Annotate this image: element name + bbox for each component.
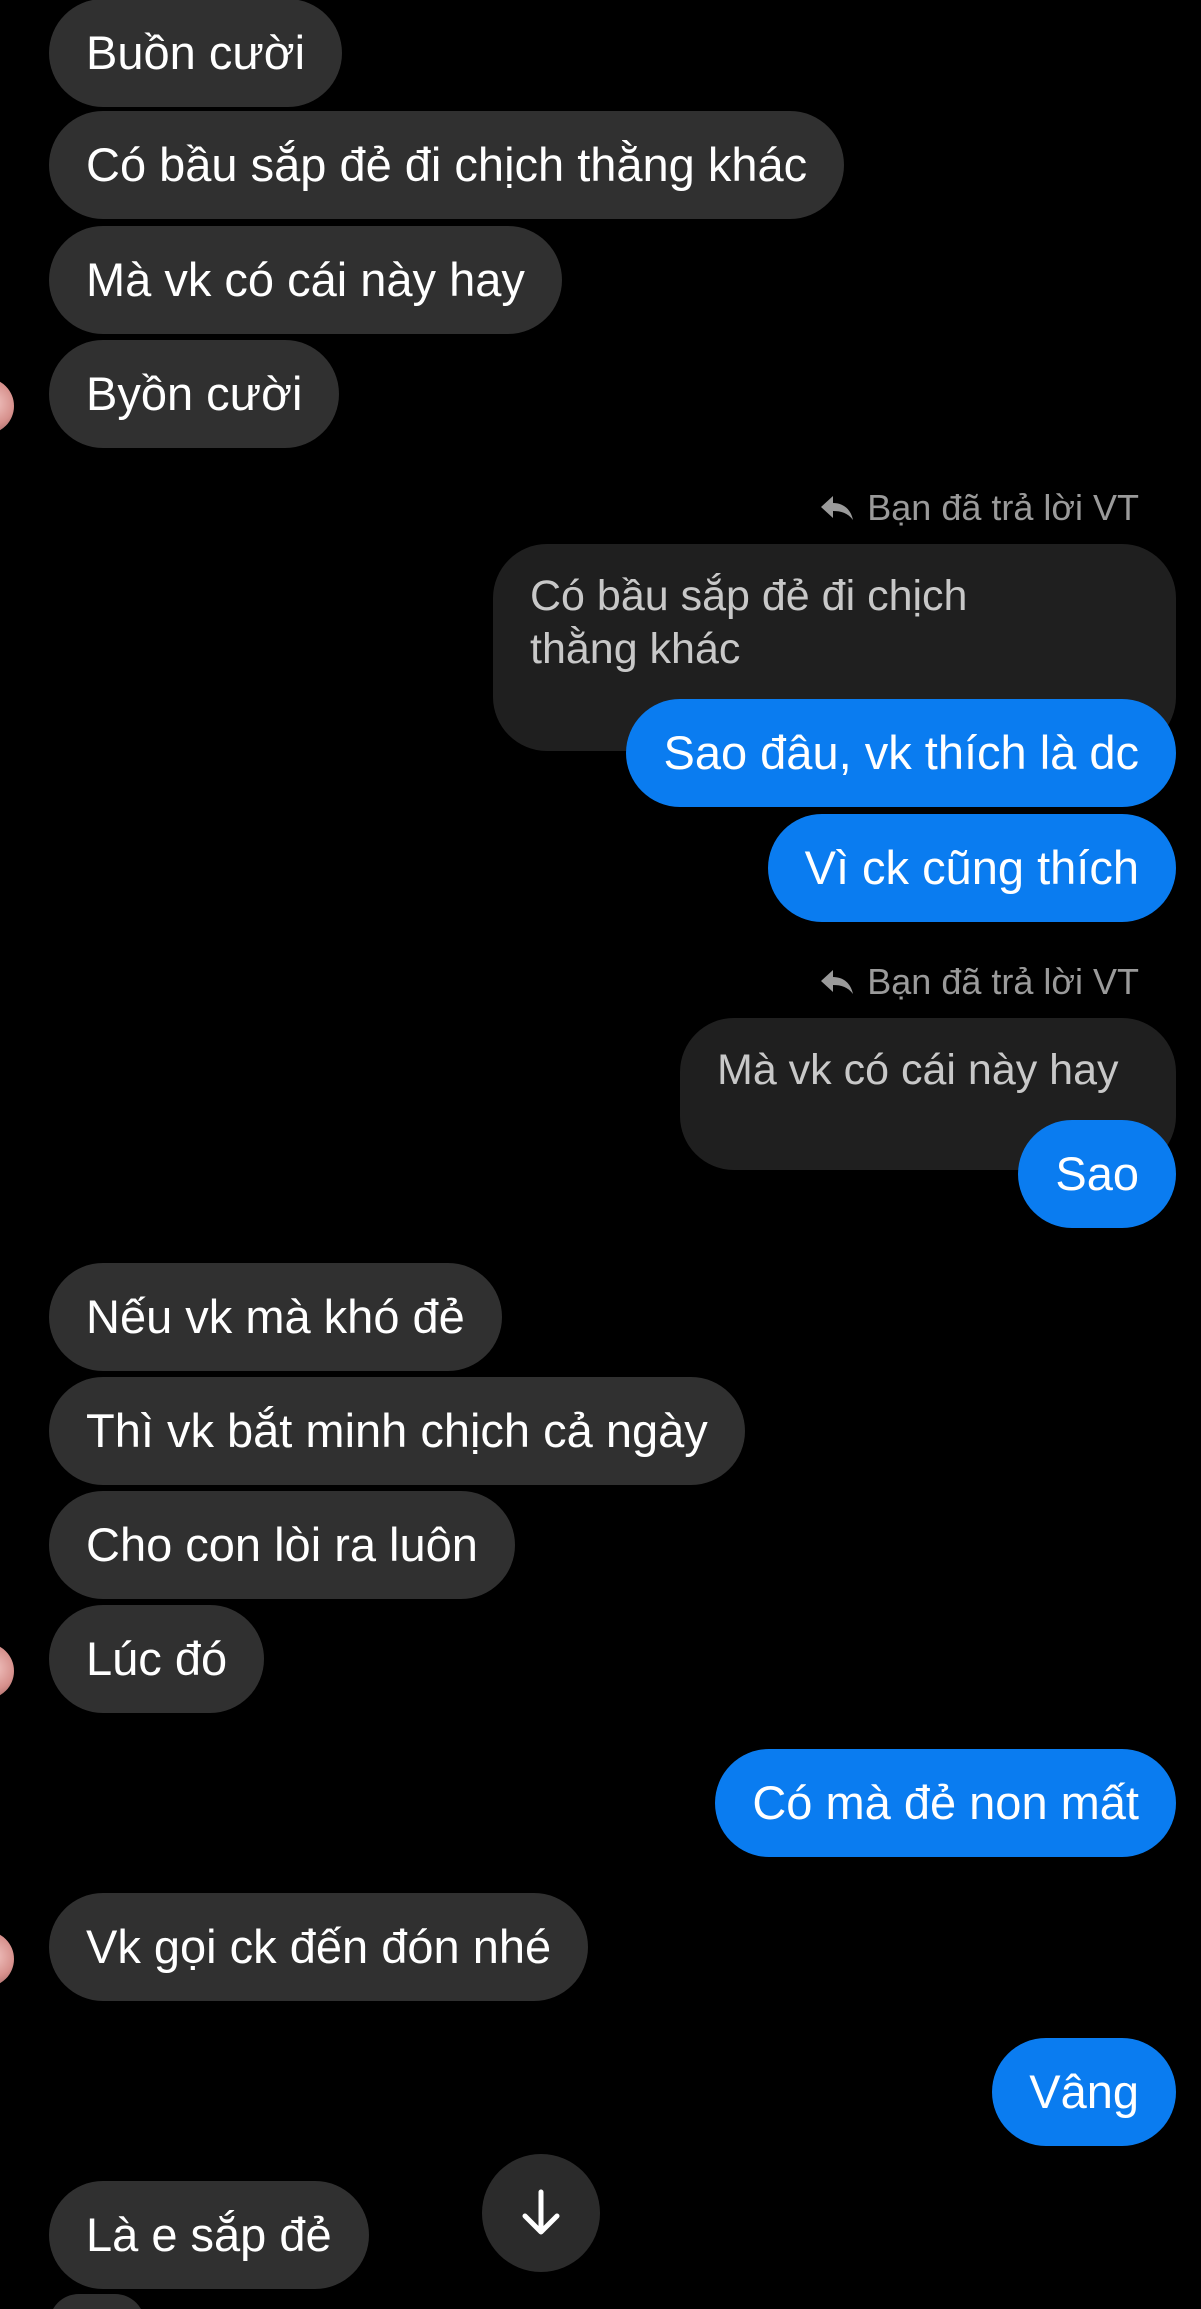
reply-arrow-icon (821, 496, 854, 520)
incoming-message[interactable]: Thì vk bắt minh chịch cả ngày (49, 1377, 745, 1485)
reply-label: Bạn đã trả lời VT (819, 487, 1139, 528)
incoming-message-partial[interactable] (49, 2294, 145, 2309)
outgoing-message[interactable]: Sao (1018, 1120, 1176, 1228)
incoming-message[interactable]: Cho con lòi ra luôn (49, 1491, 515, 1599)
outgoing-message[interactable]: Có mà đẻ non mất (715, 1749, 1176, 1857)
incoming-message[interactable]: Là e sắp đẻ (49, 2181, 369, 2289)
incoming-message[interactable]: Vk gọi ck đến đón nhé (49, 1893, 589, 2001)
scroll-to-bottom-button[interactable] (482, 2154, 600, 2272)
incoming-message[interactable]: Mà vk có cái này hay (49, 226, 562, 334)
contact-avatar[interactable] (0, 1931, 14, 1987)
incoming-message[interactable]: Có bầu sắp đẻ đi chịch thằng khác (49, 111, 845, 219)
reply-arrow-icon (821, 970, 854, 994)
reply-label-text: Bạn đã trả lời VT (867, 487, 1139, 528)
outgoing-message[interactable]: Vâng (992, 2038, 1176, 2146)
incoming-message[interactable]: Byồn cười (49, 340, 340, 448)
incoming-message[interactable]: Buồn cười (49, 0, 343, 107)
incoming-message[interactable]: Nếu vk mà khó đẻ (49, 1263, 502, 1371)
outgoing-message[interactable]: Sao đâu, vk thích là dc (626, 699, 1176, 807)
reply-label-text: Bạn đã trả lời VT (867, 961, 1139, 1002)
contact-avatar[interactable] (0, 378, 14, 434)
contact-avatar[interactable] (0, 1643, 14, 1699)
chat-screen: Buồn cười Có bầu sắp đẻ đi chịch thằng k… (0, 0, 1201, 2309)
outgoing-message[interactable]: Vì ck cũng thích (767, 814, 1176, 922)
arrow-down-icon (522, 2189, 560, 2235)
incoming-message[interactable]: Lúc đó (49, 1605, 265, 1713)
reply-label: Bạn đã trả lời VT (819, 961, 1139, 1002)
